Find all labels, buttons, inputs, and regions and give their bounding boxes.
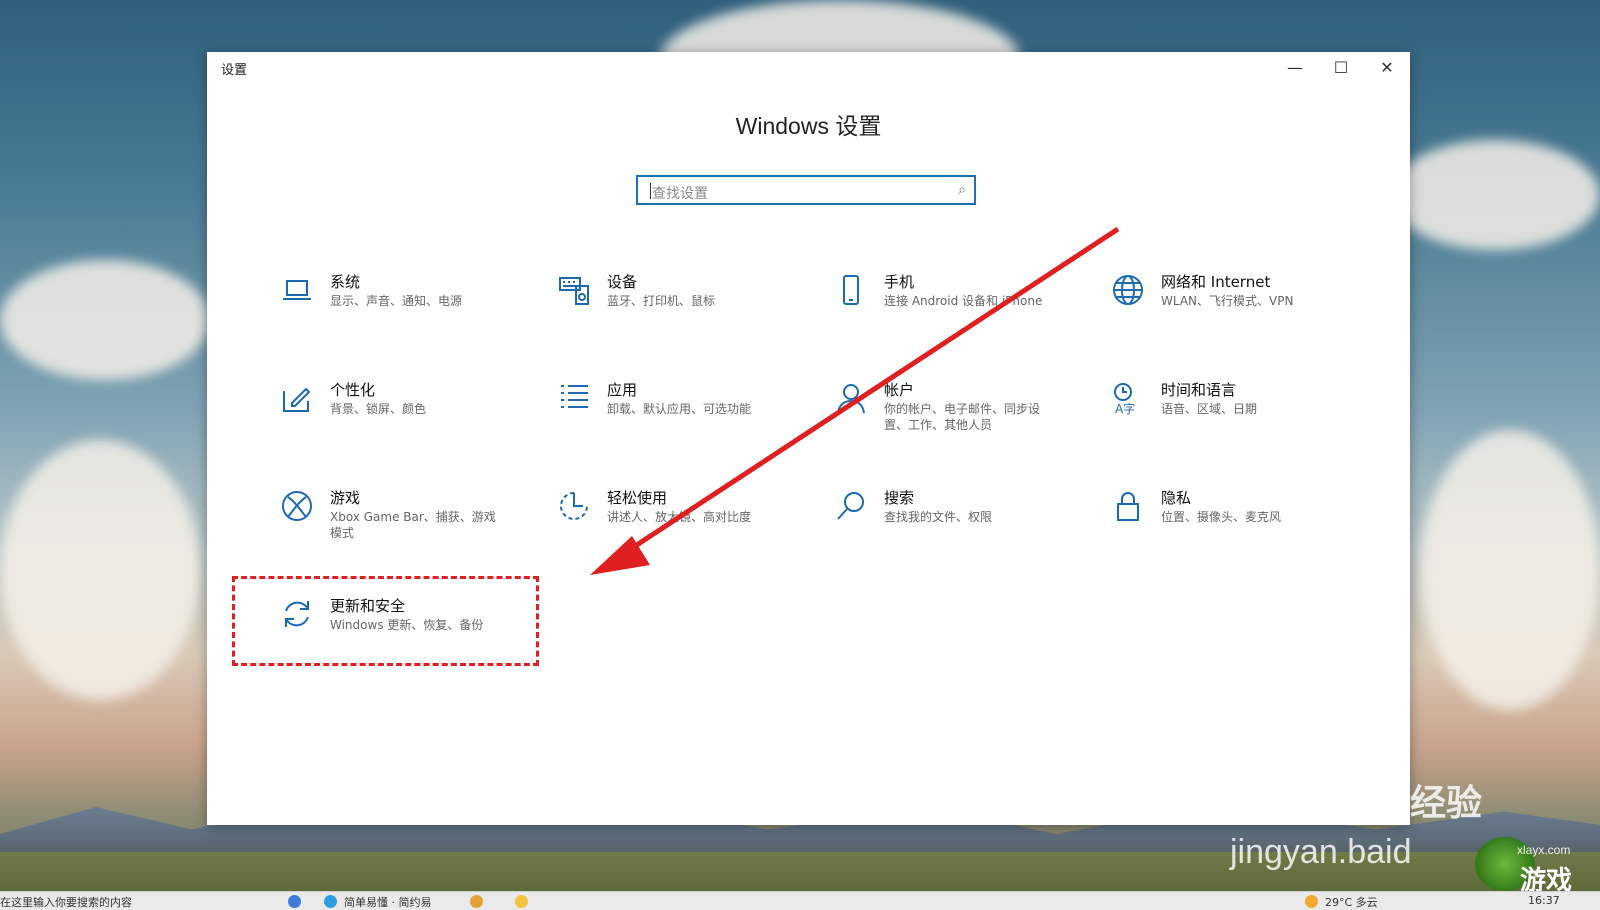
- tile-privacy-name: 隐私: [1161, 489, 1192, 507]
- tile-system-name: 系统: [330, 273, 361, 291]
- taskbar-search[interactable]: 在这里输入你要搜索的内容: [0, 894, 260, 910]
- watermark-jingyan: 经验: [1410, 782, 1483, 823]
- keyboard-speaker-icon: [557, 273, 591, 307]
- folder-icon[interactable]: [515, 895, 528, 908]
- watermark-url: jingyan.baid: [1230, 833, 1412, 871]
- tile-search-desc: 查找我的文件、权限: [884, 510, 993, 524]
- maximize-button[interactable]: ☐: [1318, 52, 1364, 82]
- time-language-icon: A字: [1111, 381, 1145, 416]
- close-button[interactable]: ✕: [1364, 52, 1410, 82]
- tile-devices[interactable]: 设备 蓝牙、打印机、鼠标: [557, 273, 807, 353]
- watermark-baidu: Bai: [1230, 771, 1305, 823]
- page-title: Windows 设置: [735, 113, 882, 139]
- tile-time-language[interactable]: A字 时间和语言 语音、区域、日期: [1111, 381, 1361, 461]
- tile-network-name: 网络和 Internet: [1161, 273, 1271, 291]
- watermark-site: xlayx.com: [1517, 843, 1571, 857]
- tile-gaming[interactable]: 游戏 Xbox Game Bar、捕获、游戏模式: [280, 489, 530, 569]
- paint-icon: [280, 381, 314, 415]
- taskbar: 在这里输入你要搜索的内容 简单易懂 · 简约易 29°C 多云 16:37: [0, 891, 1600, 910]
- tile-phone-desc: 连接 Android 设备和 iPhone: [884, 294, 1043, 308]
- tile-ease-of-access[interactable]: 轻松使用 讲述人、放大镜、高对比度: [557, 489, 807, 569]
- window-title: 设置: [221, 63, 248, 78]
- tile-ease-of-access-name: 轻松使用: [607, 489, 668, 507]
- tile-personalization-name: 个性化: [330, 381, 376, 399]
- tile-network[interactable]: 网络和 Internet WLAN、飞行模式、VPN: [1111, 273, 1361, 353]
- tile-apps-name: 应用: [607, 381, 638, 399]
- weather-icon: [1305, 895, 1318, 908]
- tile-time-language-name: 时间和语言: [1161, 381, 1237, 399]
- apps-list-icon: [557, 381, 591, 415]
- tile-search[interactable]: 搜索 查找我的文件、权限: [834, 489, 1084, 569]
- laptop-icon: [280, 273, 314, 307]
- cloud: [0, 260, 210, 380]
- ease-of-access-icon: [557, 489, 591, 523]
- cloud: [0, 440, 200, 700]
- tile-search-name: 搜索: [884, 489, 915, 507]
- tile-privacy[interactable]: 隐私 位置、摄像头、麦克风: [1111, 489, 1361, 569]
- tile-system[interactable]: 系统 显示、声音、通知、电源: [280, 273, 530, 353]
- search-placeholder: 查找设置: [652, 186, 708, 202]
- tile-devices-desc: 蓝牙、打印机、鼠标: [607, 294, 716, 308]
- highlight-box: [232, 576, 539, 666]
- tile-gaming-desc: Xbox Game Bar、捕获、游戏模式: [330, 510, 496, 540]
- cloud: [1420, 430, 1600, 710]
- tile-personalization-desc: 背景、锁屏、颜色: [330, 402, 427, 416]
- tile-accounts-name: 帐户: [884, 381, 915, 399]
- edge-icon[interactable]: [324, 895, 337, 908]
- phone-icon: [834, 273, 868, 307]
- tile-phone-name: 手机: [884, 273, 915, 291]
- magnifier-icon: [834, 489, 868, 523]
- app-icon[interactable]: [470, 895, 483, 908]
- taskbar-app-label[interactable]: 简单易懂 · 简约易: [344, 894, 432, 910]
- tile-apps-desc: 卸载、默认应用、可选功能: [607, 402, 752, 416]
- tile-accounts[interactable]: 帐户 你的帐户、电子邮件、同步设置、工作、其他人员: [834, 381, 1084, 461]
- text-cursor: [650, 183, 651, 199]
- cloud: [1390, 140, 1600, 250]
- person-icon: [834, 381, 868, 415]
- tile-system-desc: 显示、声音、通知、电源: [330, 294, 463, 308]
- svg-text:A字: A字: [1115, 401, 1135, 415]
- minimize-button[interactable]: —: [1272, 52, 1318, 82]
- tile-ease-of-access-desc: 讲述人、放大镜、高对比度: [607, 510, 752, 524]
- tile-privacy-desc: 位置、摄像头、麦克风: [1161, 510, 1282, 524]
- tile-network-desc: WLAN、飞行模式、VPN: [1161, 294, 1294, 308]
- tile-time-language-desc: 语音、区域、日期: [1161, 402, 1258, 416]
- tile-personalization[interactable]: 个性化 背景、锁屏、颜色: [280, 381, 530, 461]
- globe-icon: [1111, 273, 1145, 307]
- tile-accounts-desc: 你的帐户、电子邮件、同步设置、工作、其他人员: [884, 402, 1041, 432]
- settings-window: 设置 — ☐ ✕ Windows 设置 查找设置 ⌕ 系统 显示、声音、通知、电…: [207, 52, 1410, 825]
- taskbar-clock[interactable]: 16:37: [1528, 894, 1560, 907]
- task-view-icon[interactable]: [288, 895, 301, 908]
- tile-apps[interactable]: 应用 卸载、默认应用、可选功能: [557, 381, 807, 461]
- tile-devices-name: 设备: [607, 273, 638, 291]
- xbox-icon: [280, 489, 314, 523]
- lock-icon: [1111, 489, 1145, 523]
- tile-phone[interactable]: 手机 连接 Android 设备和 iPhone: [834, 273, 1084, 353]
- search-input[interactable]: 查找设置 ⌕: [636, 175, 976, 205]
- tile-gaming-name: 游戏: [330, 489, 361, 507]
- search-icon[interactable]: ⌕: [958, 182, 966, 198]
- taskbar-weather[interactable]: 29°C 多云: [1325, 894, 1378, 910]
